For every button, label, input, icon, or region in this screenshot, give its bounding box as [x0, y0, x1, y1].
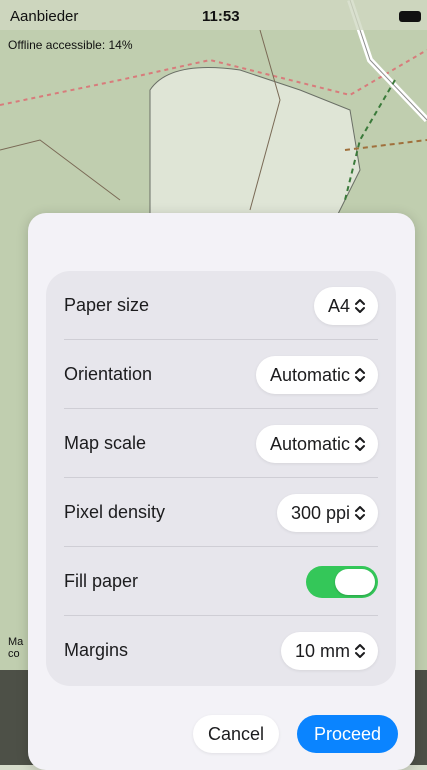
paper-size-label: Paper size	[64, 295, 150, 315]
pixel-density-picker[interactable]: 300 ppi	[276, 494, 378, 532]
map-scale-value: Automatic	[269, 433, 350, 454]
margins-label: Margins	[64, 640, 129, 660]
options-group: Paper size A4 Orientation Automatic Map …	[46, 271, 396, 686]
orientation-value: Automatic	[269, 364, 350, 385]
chevron-up-down-icon	[355, 299, 365, 313]
row-pixel-density: Pixel density 300 ppi	[46, 478, 396, 547]
orientation-label: Orientation	[64, 364, 153, 384]
row-orientation: Orientation Automatic	[46, 340, 396, 409]
pixel-density-value: 300 ppi	[290, 502, 350, 523]
orientation-picker[interactable]: Automatic	[255, 356, 378, 394]
chevron-up-down-icon	[355, 644, 365, 658]
print-options-sheet: Paper size A4 Orientation Automatic Map …	[28, 213, 415, 770]
paper-size-value: A4	[327, 295, 350, 316]
chevron-up-down-icon	[355, 437, 365, 451]
fill-paper-label: Fill paper	[64, 571, 139, 591]
proceed-button[interactable]: Proceed	[297, 715, 398, 753]
attribution-line-1: Ma	[8, 636, 24, 648]
carrier-label: Aanbieder	[10, 8, 79, 25]
toggle-knob	[335, 569, 375, 595]
attribution-line-2: co	[8, 648, 20, 660]
map-attribution: Ma co	[8, 636, 23, 660]
battery-icon	[399, 11, 421, 22]
status-bar: Aanbieder 11:53	[0, 0, 427, 30]
map-scale-label: Map scale	[64, 433, 147, 453]
offline-status: Offline accessible: 14%	[8, 38, 133, 52]
row-fill-paper: Fill paper	[46, 547, 396, 616]
map-scale-picker[interactable]: Automatic	[255, 425, 378, 463]
row-paper-size: Paper size A4	[46, 271, 396, 340]
clock: 11:53	[202, 8, 240, 25]
paper-size-picker[interactable]: A4	[313, 287, 378, 325]
margins-value: 10 mm	[294, 640, 350, 661]
margins-picker[interactable]: 10 mm	[280, 632, 378, 670]
pixel-density-label: Pixel density	[64, 502, 166, 522]
row-margins: Margins 10 mm	[46, 616, 396, 685]
fill-paper-toggle[interactable]	[306, 566, 378, 598]
row-map-scale: Map scale Automatic	[46, 409, 396, 478]
cancel-button[interactable]: Cancel	[193, 715, 279, 753]
chevron-up-down-icon	[355, 368, 365, 382]
chevron-up-down-icon	[355, 506, 365, 520]
